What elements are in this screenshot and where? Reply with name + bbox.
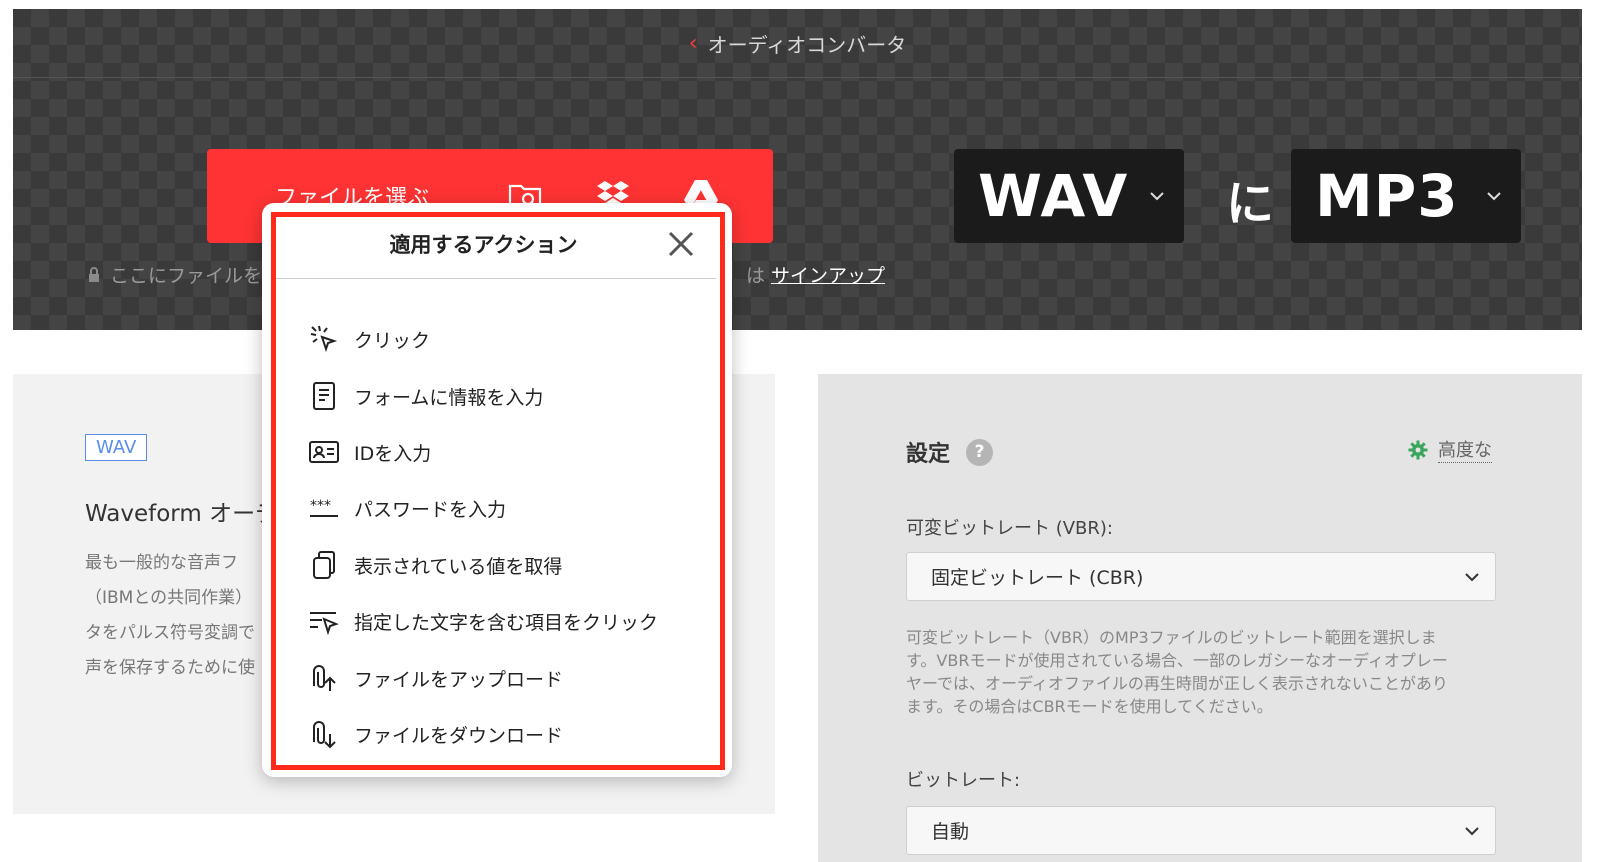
help-line: 可変ビットレート（VBR）のMP3ファイルのビットレート範囲を選択しま: [906, 628, 1437, 647]
text-click-icon: [310, 612, 339, 636]
drop-hint: ここにファイルを: [88, 261, 262, 288]
password-icon: ***: [310, 498, 338, 517]
popup-title: 適用するアクション: [389, 233, 578, 257]
action-click-text[interactable]: 指定した文字を含む項目をクリック: [308, 603, 658, 639]
action-download-file[interactable]: ファイルをダウンロード: [308, 716, 563, 752]
to-format-select[interactable]: MP3: [1291, 149, 1521, 243]
upload-icon: [313, 665, 336, 691]
from-format-select[interactable]: WAV: [954, 149, 1184, 243]
action-get-value[interactable]: 表示されている値を取得: [308, 547, 562, 583]
drop-hint-text: ここにファイルを: [110, 265, 263, 287]
signup-prefix: は: [746, 265, 766, 287]
help-line: ます。その場合はCBRモードを使用してください。: [906, 697, 1273, 716]
vbr-select[interactable]: 固定ビットレート (CBR): [906, 552, 1496, 601]
vbr-label: 可変ビットレート (VBR):: [906, 518, 1113, 539]
settings-title: 設定 ?: [906, 436, 994, 468]
download-icon: [313, 721, 336, 749]
settings-title-text: 設定: [906, 442, 951, 467]
action-enter-password[interactable]: *** パスワードを入力: [308, 490, 506, 526]
format-badge: WAV: [85, 434, 148, 461]
popup-header: 適用するアクション: [276, 217, 716, 279]
advanced-settings-link[interactable]: 高度な: [1408, 436, 1492, 463]
chevron-down-icon: [1465, 827, 1479, 836]
svg-text:***: ***: [310, 498, 331, 514]
action-label: ファイルをダウンロード: [354, 724, 564, 747]
gear-icon: [1408, 440, 1428, 459]
vbr-value: 固定ビットレート (CBR): [931, 567, 1144, 589]
settings-card: 設定 ? 高度な 可変ビットレート (VBR): 固定ビットレート (CBR) …: [818, 374, 1582, 862]
converter-hero: ‹ オーディオコンバータ ファイルを選ぶ ここにファイルを はサインアップ WA…: [13, 9, 1582, 330]
action-fill-form[interactable]: フォームに情報を入力: [308, 378, 543, 414]
lock-icon: [89, 266, 99, 282]
action-label: IDを入力: [354, 442, 432, 465]
action-label: 指定した文字を含む項目をクリック: [354, 611, 659, 634]
action-click[interactable]: クリック: [308, 321, 430, 357]
connector-text: に: [1226, 176, 1275, 232]
chevron-left-icon[interactable]: ‹: [689, 31, 698, 56]
click-icon: [310, 325, 338, 353]
action-label: フォームに情報を入力: [354, 386, 544, 409]
vbr-help-text: 可変ビットレート（VBR）のMP3ファイルのビットレート範囲を選択しま す。VB…: [906, 626, 1506, 718]
bitrate-value: 自動: [931, 821, 970, 843]
help-line: す。VBRモードが使用されている場合、一部のレガシーなオーディオプレー: [906, 651, 1448, 670]
page-title[interactable]: オーディオコンバータ: [708, 29, 907, 58]
form-icon: [313, 382, 335, 410]
to-format-label: MP3: [1315, 162, 1459, 230]
action-popup: 適用するアクション クリック フォームに情報を入力 IDを入力 *** パスワー…: [262, 203, 732, 777]
action-label: 表示されている値を取得: [354, 555, 563, 578]
chevron-down-icon: [1465, 573, 1479, 582]
from-format-label: WAV: [978, 162, 1129, 230]
signup-hint: はサインアップ: [746, 261, 885, 288]
format-title: Waveform オーデ: [85, 501, 279, 527]
page-header: ‹ オーディオコンバータ: [13, 9, 1582, 78]
bitrate-label: ビットレート:: [906, 770, 1021, 791]
signup-link[interactable]: サインアップ: [771, 265, 885, 287]
close-icon[interactable]: [666, 229, 696, 259]
help-line: ヤーでは、オーディオファイルの再生時間が正しく表示されないことがあり: [906, 674, 1448, 693]
chevron-down-icon: [1487, 192, 1501, 201]
action-upload-file[interactable]: ファイルをアップロード: [308, 660, 563, 696]
action-label: クリック: [354, 329, 431, 352]
action-label: ファイルをアップロード: [354, 668, 564, 691]
action-label: パスワードを入力: [354, 498, 507, 521]
help-icon[interactable]: ?: [966, 438, 994, 466]
chevron-down-icon: [1150, 192, 1164, 201]
id-card-icon: [309, 441, 339, 463]
advanced-label[interactable]: 高度な: [1438, 436, 1492, 463]
copy-icon: [313, 551, 335, 579]
bitrate-select[interactable]: 自動: [906, 806, 1496, 855]
action-enter-id[interactable]: IDを入力: [308, 434, 431, 470]
